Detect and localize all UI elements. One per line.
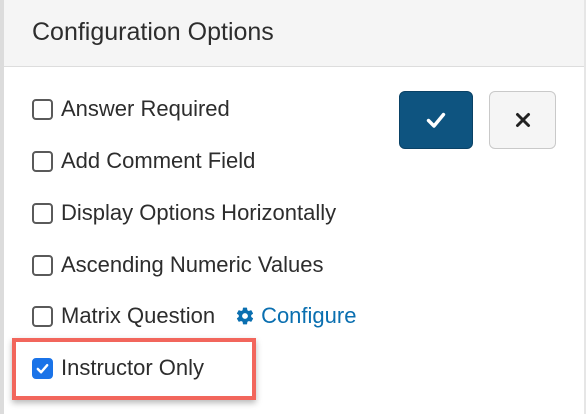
configure-link[interactable]: Configure (235, 303, 356, 329)
option-display-options-horizontally[interactable]: Display Options Horizontally (32, 198, 336, 228)
confirm-button[interactable] (399, 91, 473, 149)
page: Configuration Options Answer Required Ad… (0, 0, 586, 414)
cancel-button[interactable] (489, 91, 556, 149)
popover-title: Configuration Options (32, 18, 274, 46)
instructor-only-checkbox[interactable] (32, 357, 53, 379)
option-add-comment-field[interactable]: Add Comment Field (32, 146, 255, 176)
popover-header: Configuration Options (4, 0, 584, 67)
option-label: Ascending Numeric Values (61, 252, 324, 277)
option-matrix-question[interactable]: Matrix Question Configure (32, 301, 356, 331)
option-label: Matrix Question (61, 303, 216, 328)
display-options-horizontally-checkbox[interactable] (32, 202, 53, 224)
option-instructor-only[interactable]: Instructor Only (32, 353, 204, 383)
checkmark-icon (426, 112, 446, 128)
ascending-numeric-values-checkbox[interactable] (32, 254, 53, 276)
matrix-question-checkbox[interactable] (32, 305, 53, 327)
add-comment-field-checkbox[interactable] (32, 150, 53, 172)
answer-required-checkbox[interactable] (32, 98, 53, 120)
configure-link-label: Configure (261, 303, 357, 328)
checkmark-icon (36, 363, 49, 373)
configuration-options-popover: Configuration Options Answer Required Ad… (4, 0, 584, 414)
option-ascending-numeric-values[interactable]: Ascending Numeric Values (32, 250, 324, 280)
gear-icon (235, 306, 255, 326)
option-label: Answer Required (61, 96, 230, 121)
option-label: Add Comment Field (61, 148, 256, 173)
option-answer-required[interactable]: Answer Required (32, 94, 230, 124)
close-icon (515, 113, 530, 127)
option-label: Display Options Horizontally (61, 200, 337, 225)
option-label: Instructor Only (61, 355, 205, 380)
